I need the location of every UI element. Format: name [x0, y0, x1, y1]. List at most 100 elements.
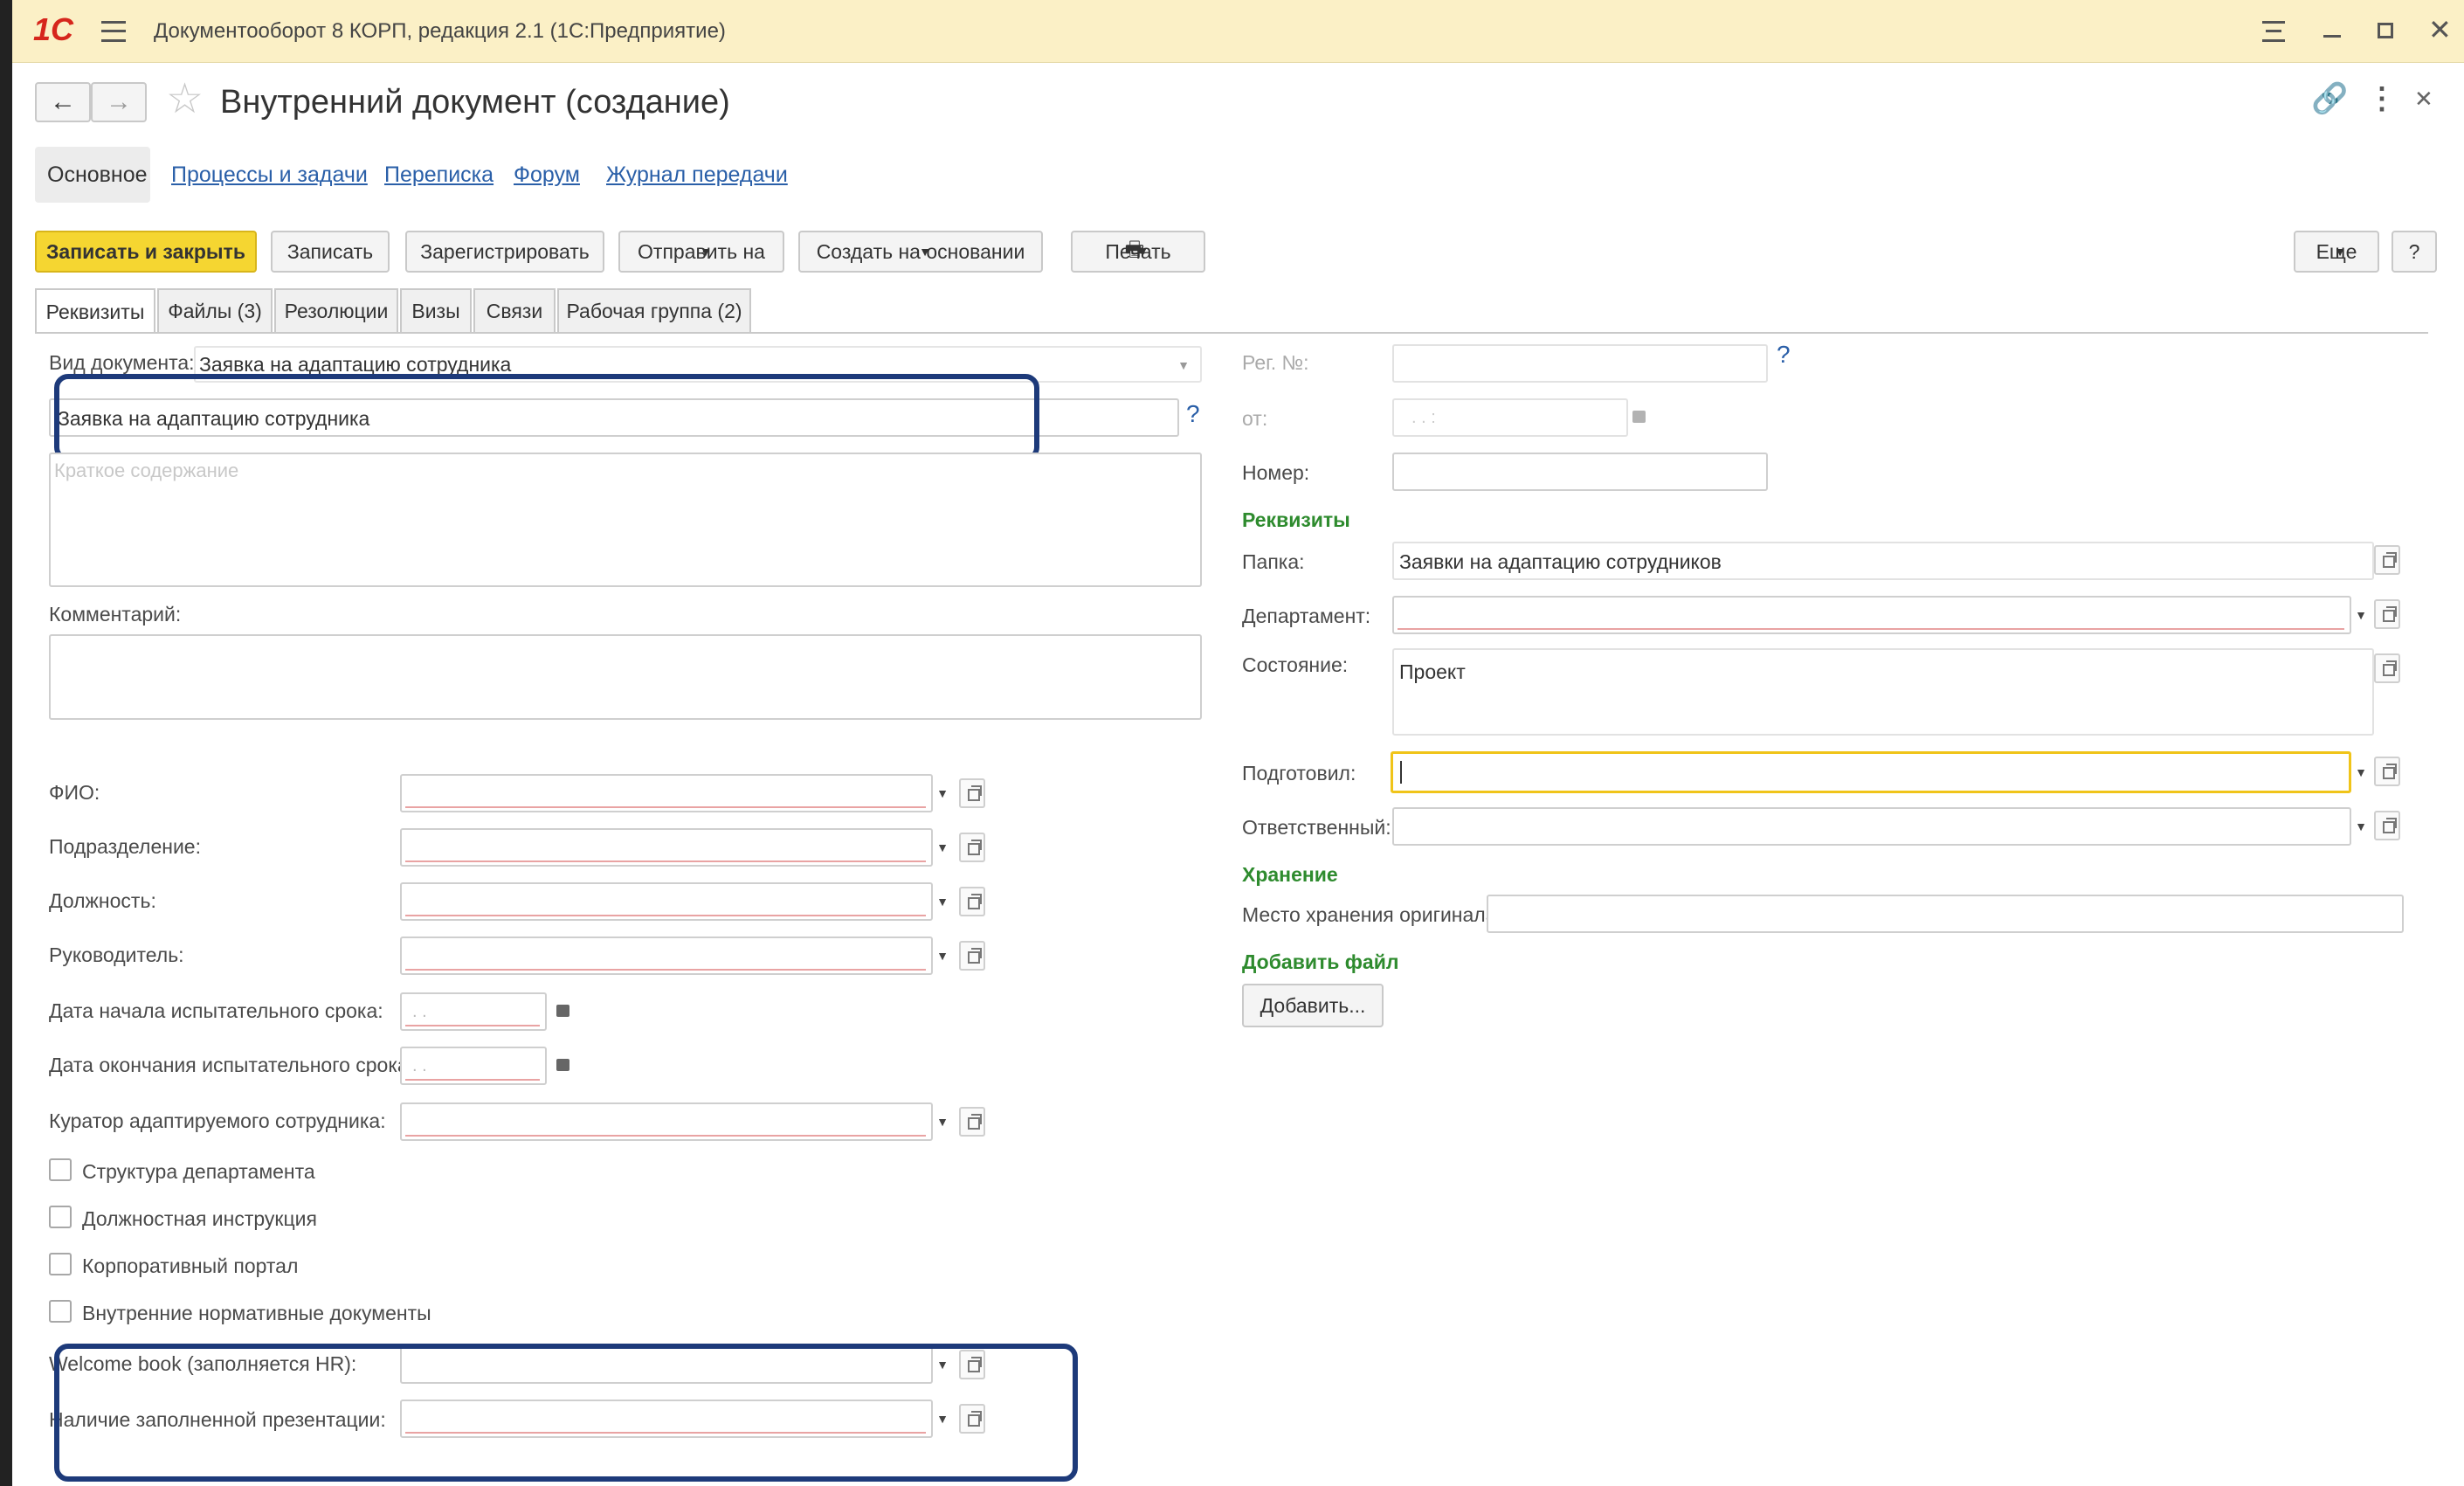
curator-field[interactable]: [400, 1102, 933, 1141]
tab-forum[interactable]: Форум: [514, 164, 580, 186]
trial-start-field[interactable]: . .: [400, 992, 547, 1031]
number-field[interactable]: [1392, 453, 1768, 491]
prepared-label: Подготовил:: [1242, 762, 1356, 784]
checkbox-structure[interactable]: [49, 1158, 72, 1181]
chevron-down-icon[interactable]: ▼: [933, 834, 952, 860]
checkbox-job-description[interactable]: [49, 1206, 72, 1228]
add-file-button[interactable]: Добавить...: [1242, 984, 1384, 1027]
department-field[interactable]: [1392, 596, 2351, 634]
doc-type-value: Заявка на адаптацию сотрудника: [199, 353, 512, 376]
save-button[interactable]: Записать: [271, 231, 390, 273]
tab-main[interactable]: Основное: [35, 147, 150, 203]
tab-workgroup-label: Рабочая группа (2): [566, 299, 742, 322]
from-date-field[interactable]: . . :: [1392, 398, 1628, 437]
copy-icon[interactable]: [959, 1107, 985, 1137]
tab-visas[interactable]: Визы: [400, 288, 472, 332]
folder-field[interactable]: Заявки на адаптацию сотрудников: [1392, 542, 2374, 580]
link-icon[interactable]: 🔗: [2311, 84, 2348, 114]
copy-icon[interactable]: [959, 833, 985, 862]
prepared-field[interactable]: [1391, 751, 2351, 793]
forward-button[interactable]: →: [91, 82, 147, 122]
trial-start-label: Дата начала испытательного срока:: [49, 999, 383, 1022]
state-field[interactable]: Проект: [1392, 648, 2374, 736]
division-field[interactable]: [400, 828, 933, 867]
trial-start-placeholder: . .: [412, 1002, 427, 1021]
chevron-down-icon[interactable]: ▼: [1174, 352, 1193, 378]
help-label: ?: [2408, 239, 2420, 263]
tab-files-label: Файлы (3): [168, 299, 262, 322]
chevron-down-icon[interactable]: ▼: [933, 1109, 952, 1135]
from-date-placeholder: . . :: [1411, 408, 1436, 427]
tab-resolutions[interactable]: Резолюции: [274, 288, 398, 332]
fio-field[interactable]: [400, 774, 933, 812]
folder-value: Заявки на адаптацию сотрудников: [1399, 550, 1722, 573]
tab-files[interactable]: Файлы (3): [157, 288, 273, 332]
star-icon[interactable]: ☆: [166, 79, 204, 121]
tab-requisites[interactable]: Реквизиты: [35, 288, 155, 334]
summary-textarea[interactable]: Краткое содержание: [49, 453, 1202, 587]
chevron-down-icon[interactable]: ▼: [933, 943, 952, 969]
chevron-down-icon[interactable]: ▼: [933, 888, 952, 915]
copy-icon[interactable]: [2374, 811, 2400, 840]
checkbox-internal-docs[interactable]: [49, 1300, 72, 1323]
folder-label: Папка:: [1242, 550, 1305, 573]
section-storage: Хранение: [1242, 863, 1338, 886]
tab-correspondence[interactable]: Переписка: [384, 164, 493, 186]
chevron-down-icon[interactable]: ▼: [2351, 602, 2371, 628]
send-button[interactable]: Отправить на ▼: [618, 231, 784, 273]
copy-icon[interactable]: [2374, 757, 2400, 786]
storage-place-field[interactable]: [1487, 895, 2404, 933]
copy-icon[interactable]: [959, 941, 985, 971]
reg-no-field[interactable]: [1392, 344, 1768, 383]
position-label: Должность:: [49, 889, 156, 912]
comment-textarea[interactable]: [49, 634, 1202, 720]
calendar-icon[interactable]: [550, 998, 576, 1024]
trial-end-field[interactable]: . .: [400, 1047, 547, 1085]
position-field[interactable]: [400, 882, 933, 921]
add-file-label: Добавить...: [1260, 993, 1366, 1017]
manager-label: Руководитель:: [49, 943, 184, 966]
more-vertical-icon[interactable]: ⋮: [2367, 84, 2397, 114]
tab-processes[interactable]: Процессы и задачи: [171, 164, 368, 186]
back-arrow-icon: ←: [50, 87, 76, 116]
minimize-icon[interactable]: [2323, 35, 2341, 38]
reg-help-icon[interactable]: ?: [1777, 342, 1791, 367]
chevron-down-icon[interactable]: ▼: [2351, 759, 2371, 785]
form-close-icon[interactable]: ✕: [2414, 87, 2433, 110]
reg-no-label: Рег. №:: [1242, 351, 1309, 374]
responsible-field[interactable]: [1392, 807, 2351, 846]
tab-links[interactable]: Связи: [473, 288, 556, 332]
copy-icon[interactable]: [959, 778, 985, 808]
menu-icon[interactable]: [101, 21, 126, 42]
back-button[interactable]: ←: [35, 82, 91, 122]
doc-type-label: Вид документа:: [49, 351, 195, 374]
register-button[interactable]: Зарегистрировать: [405, 231, 604, 273]
checkbox-portal-label: Корпоративный портал: [82, 1254, 299, 1277]
tab-transfer-log[interactable]: Журнал передачи: [606, 164, 788, 186]
copy-icon[interactable]: [959, 887, 985, 916]
trial-end-label: Дата окончания испытательного срока:: [49, 1054, 415, 1076]
tab-workgroup[interactable]: Рабочая группа (2): [557, 288, 751, 332]
settings-lines-icon[interactable]: [2262, 21, 2285, 42]
chevron-down-icon[interactable]: ▼: [933, 780, 952, 806]
help-button[interactable]: ?: [2392, 231, 2437, 273]
forward-arrow-icon: →: [106, 87, 132, 116]
window-close-icon[interactable]: ✕: [2428, 16, 2452, 44]
copy-icon[interactable]: [2374, 545, 2400, 575]
copy-icon[interactable]: [2374, 653, 2400, 683]
tab-main-label: Основное: [47, 162, 148, 187]
from-label: от:: [1242, 407, 1268, 430]
maximize-icon[interactable]: [2378, 23, 2393, 38]
copy-icon[interactable]: [2374, 599, 2400, 629]
chevron-down-icon[interactable]: ▼: [2351, 813, 2371, 840]
checkbox-portal[interactable]: [49, 1253, 72, 1275]
calendar-icon[interactable]: [550, 1052, 576, 1078]
print-button[interactable]: 🖶 Печать ▼: [1071, 231, 1205, 273]
manager-field[interactable]: [400, 937, 933, 975]
save-close-button[interactable]: Записать и закрыть: [35, 231, 257, 273]
calendar-icon[interactable]: [1626, 404, 1653, 430]
create-basis-button[interactable]: Создать на основании ▼: [798, 231, 1043, 273]
text-cursor: [1400, 761, 1402, 784]
title-help-icon[interactable]: ?: [1186, 402, 1200, 426]
more-button[interactable]: Еще ▼: [2294, 231, 2379, 273]
